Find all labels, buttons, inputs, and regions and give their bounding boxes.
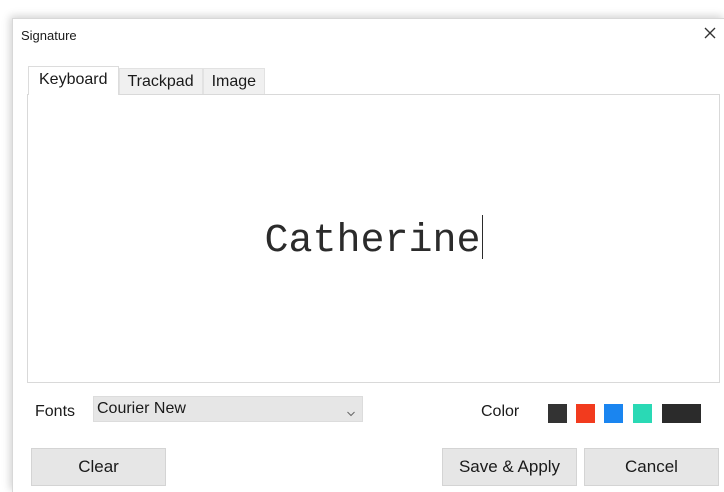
tab-trackpad[interactable]: Trackpad: [118, 68, 203, 95]
close-button[interactable]: [699, 22, 721, 44]
clear-button[interactable]: Clear: [31, 448, 166, 486]
tab-image[interactable]: Image: [202, 68, 266, 95]
color-swatch-dark-gray[interactable]: [548, 404, 567, 423]
tab-bar: Keyboard Trackpad Image: [28, 66, 266, 95]
font-selected-value: Courier New: [97, 400, 186, 417]
color-label: Color: [481, 403, 520, 420]
signature-text: Catherine: [264, 219, 481, 264]
close-icon: [704, 27, 716, 39]
dialog-title: Signature: [21, 28, 77, 43]
cancel-button[interactable]: Cancel: [584, 448, 719, 486]
text-caret: [481, 215, 483, 259]
fonts-label: Fonts: [35, 403, 76, 420]
color-swatch-blue[interactable]: [604, 404, 623, 423]
color-swatch-black[interactable]: [662, 404, 701, 423]
signature-preview: Catherine: [28, 215, 719, 264]
color-swatch-red[interactable]: [576, 404, 595, 423]
font-dropdown[interactable]: Courier New: [93, 396, 363, 422]
signature-input-area[interactable]: Catherine: [27, 94, 720, 383]
save-apply-button[interactable]: Save & Apply: [442, 448, 577, 486]
tab-keyboard[interactable]: Keyboard: [28, 66, 119, 95]
color-swatch-teal[interactable]: [633, 404, 652, 423]
chevron-down-icon: [346, 405, 356, 423]
signature-dialog: Signature Keyboard Trackpad Image Cather…: [12, 18, 724, 492]
